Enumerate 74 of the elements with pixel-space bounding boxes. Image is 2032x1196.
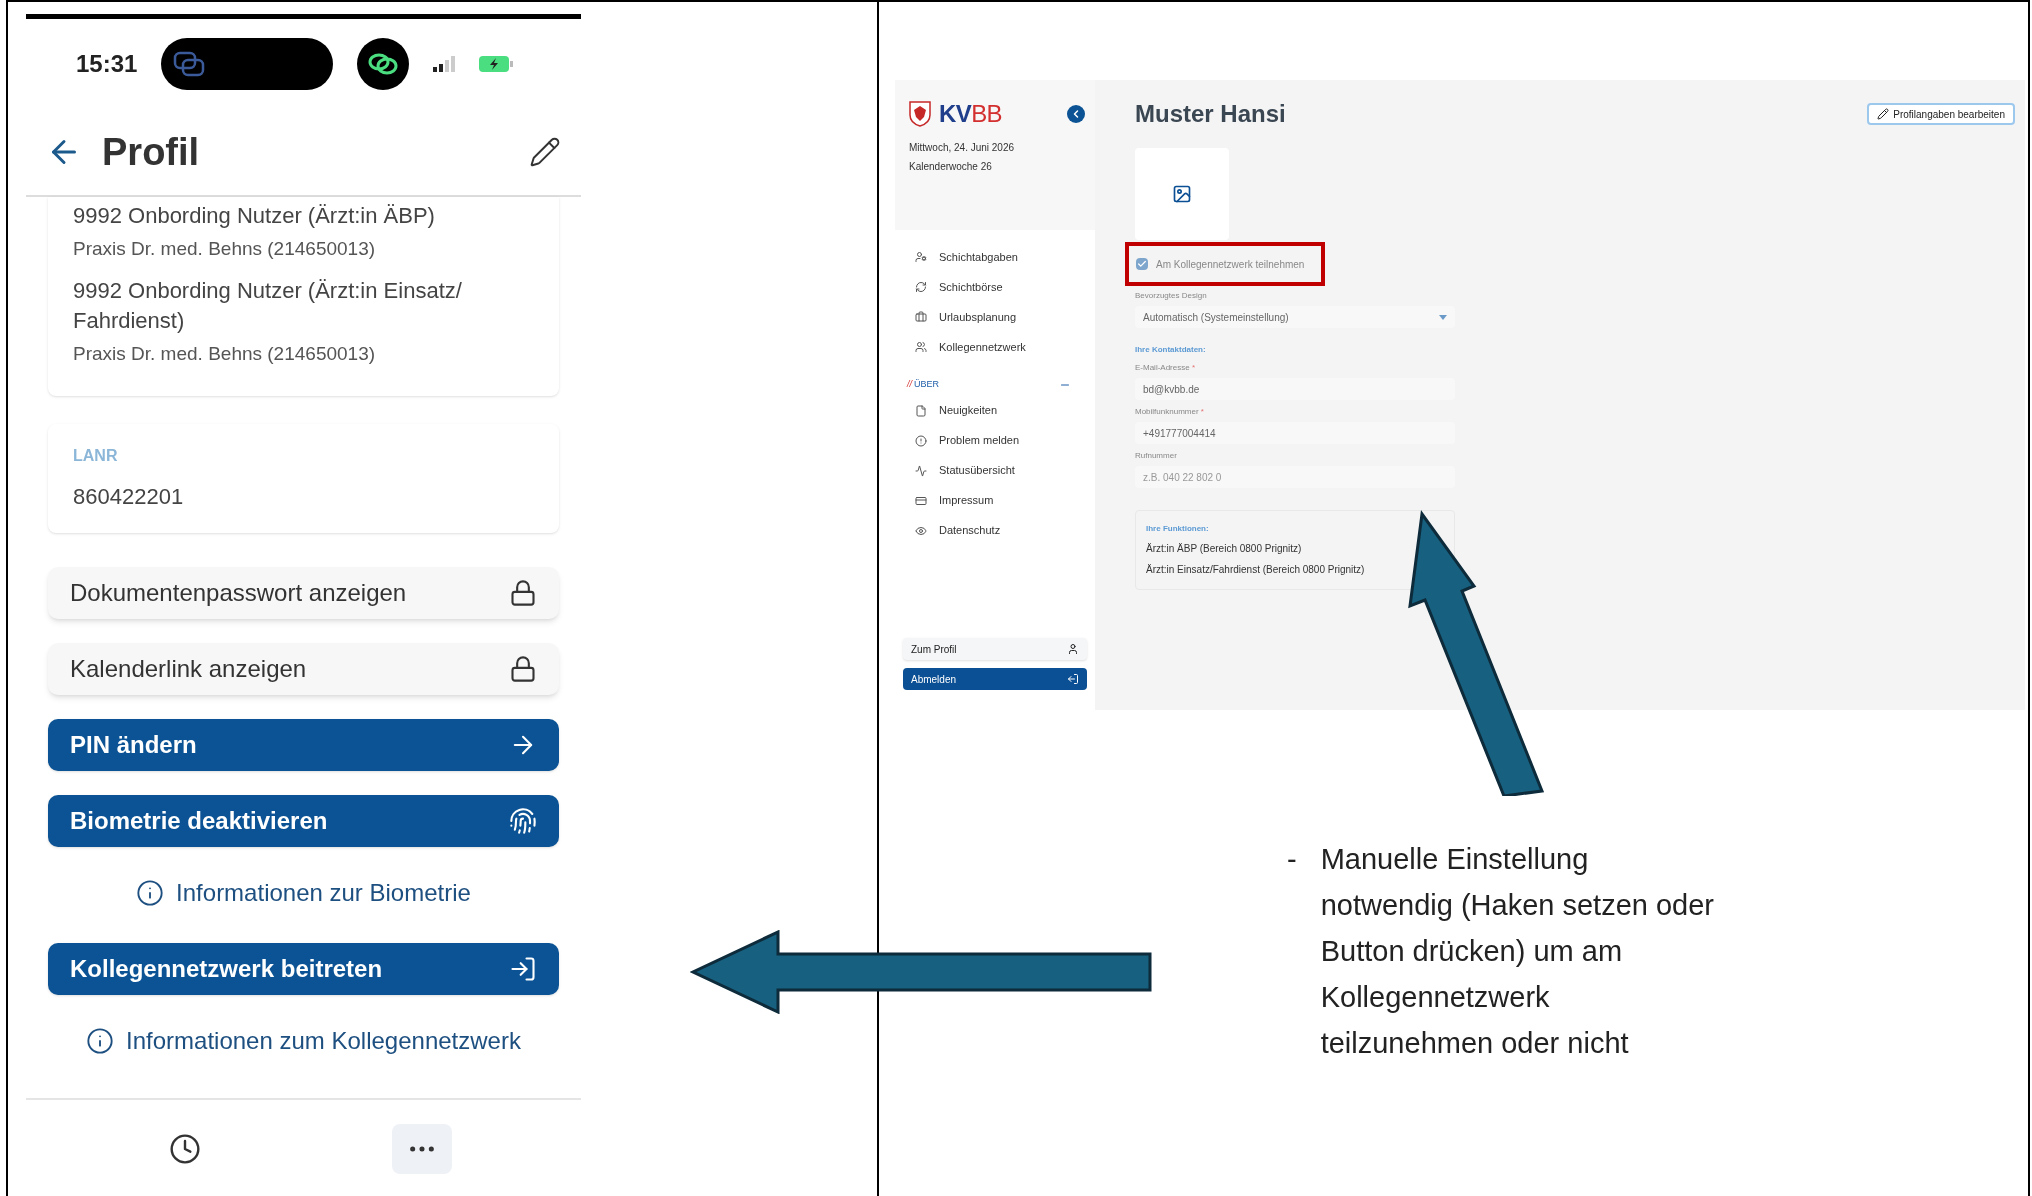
nav-item[interactable]: Problem melden — [907, 425, 1083, 456]
nav-item[interactable]: Urlaubsplanung — [907, 302, 1083, 332]
info-link[interactable]: Informationen zur Biometrie — [136, 875, 471, 911]
user-gear-icon — [915, 251, 927, 263]
lock-icon — [509, 655, 537, 683]
profile-name: Muster Hansi — [1135, 99, 1286, 129]
login-icon — [509, 955, 537, 983]
battery-icon — [479, 55, 514, 73]
field-label: Rufnummer — [1135, 450, 1178, 462]
nav-item[interactable]: Statusübersicht — [907, 455, 1083, 486]
function-text: Ärzt:in Einsatz/Fahrdienst (Bereich 0800 Prignitz) — [1146, 563, 1366, 577]
field-label: Mobilfunknummer * — [1135, 406, 1205, 418]
profile-button[interactable]: Zum Profil — [903, 638, 1087, 660]
nav-item[interactable]: Datenschutz — [907, 515, 1083, 546]
page-title: Profil — [102, 129, 200, 175]
nav-item[interactable]: Kollegennetzwerk — [907, 332, 1083, 362]
status-time: 15:31 — [76, 49, 138, 79]
role-name: 9992 Onbording Nutzer (Ärzt:in Einsatz/ Fahrdienst) — [73, 276, 463, 335]
current-date: Mittwoch, 24. Juni 2026 — [909, 141, 1016, 155]
lanr-label: LANR — [73, 446, 119, 466]
nav-item[interactable]: Impressum — [907, 485, 1083, 516]
logo-text: KVBB — [939, 99, 1002, 129]
checkbox[interactable] — [1136, 258, 1148, 270]
action-button[interactable]: Dokumentenpasswort anzeigen — [48, 567, 559, 619]
action-button[interactable]: Kollegennetzwerk beitreten — [48, 943, 559, 995]
alert-icon — [915, 434, 927, 447]
action-button[interactable]: Kalenderlink anzeigen — [48, 643, 559, 695]
input-field[interactable]: +491777004414 — [1135, 422, 1455, 444]
users-icon — [915, 341, 927, 353]
info-icon — [86, 1027, 115, 1055]
checkbox-label: Am Kollegennetzwerk teilnehmen — [1156, 257, 1305, 272]
section-heading: ÜBER — [914, 378, 940, 391]
practice-name: Praxis Dr. med. Behns (214650013) — [73, 341, 377, 366]
eye-icon — [915, 524, 927, 537]
image-icon — [1172, 184, 1192, 204]
section-heading: Ihre Kontaktdaten: — [1135, 344, 1207, 356]
calendar-week: Kalenderwoche 26 — [909, 160, 993, 174]
fingerprint-icon — [509, 807, 537, 835]
nav-item[interactable]: Schichtabgaben — [907, 242, 1083, 272]
edit-icon[interactable] — [529, 136, 561, 168]
role-name: 9992 Onbording Nutzer (Ärzt:in ÄBP) — [73, 202, 436, 230]
logout-button[interactable]: Abmelden — [903, 668, 1087, 690]
practice-name: Praxis Dr. med. Behns (214650013) — [73, 237, 377, 261]
field-label: E-Mail-Adresse * — [1135, 362, 1197, 374]
nav-item[interactable]: Schichtbörse — [907, 272, 1083, 302]
annotation-text: Manuelle Einstellung notwendig (Haken setzen oder Button drücken) um am Kollegennetzwerk teilzunehmen oder nicht — [1320, 842, 1715, 1061]
dropdown-caret-icon — [1439, 314, 1447, 320]
briefcase-icon — [915, 311, 927, 323]
more-icon[interactable] — [392, 1124, 453, 1174]
card-icon — [915, 494, 927, 507]
pulse-icon — [915, 464, 927, 477]
input-field[interactable]: bd@kvbb.de — [1135, 378, 1455, 400]
input-field[interactable]: z.B. 040 22 802 0 — [1135, 466, 1455, 488]
signal-icon — [433, 56, 456, 72]
user-icon — [1067, 643, 1079, 655]
section-prefix: // — [907, 378, 912, 391]
edit-profile-button[interactable]: Profilangaben bearbeiten — [1867, 103, 2015, 125]
design-select[interactable]: Automatisch (Systemeinstellung) — [1135, 306, 1455, 328]
pencil-icon — [1877, 108, 1890, 120]
lock-icon — [509, 579, 537, 607]
lanr-value: 860422201 — [73, 483, 185, 511]
info-icon — [136, 879, 165, 907]
action-button[interactable]: Biometrie deaktivieren — [48, 795, 559, 847]
collapse-button[interactable] — [1067, 105, 1085, 123]
refresh-icon — [915, 281, 927, 293]
nav-item[interactable]: Neuigkeiten — [907, 395, 1083, 426]
action-button[interactable]: PIN ändern — [48, 719, 559, 771]
info-link[interactable]: Informationen zum Kollegennetzwerk — [86, 1023, 521, 1059]
field-label: Bevorzugtes Design — [1135, 290, 1208, 302]
logout-icon — [1067, 673, 1079, 685]
file-icon — [915, 404, 927, 417]
function-text: Ärzt:in ÄBP (Bereich 0800 Prignitz) — [1146, 542, 1303, 556]
section-heading: Ihre Funktionen: — [1146, 523, 1210, 535]
bullet-dash: - — [1287, 842, 1297, 877]
